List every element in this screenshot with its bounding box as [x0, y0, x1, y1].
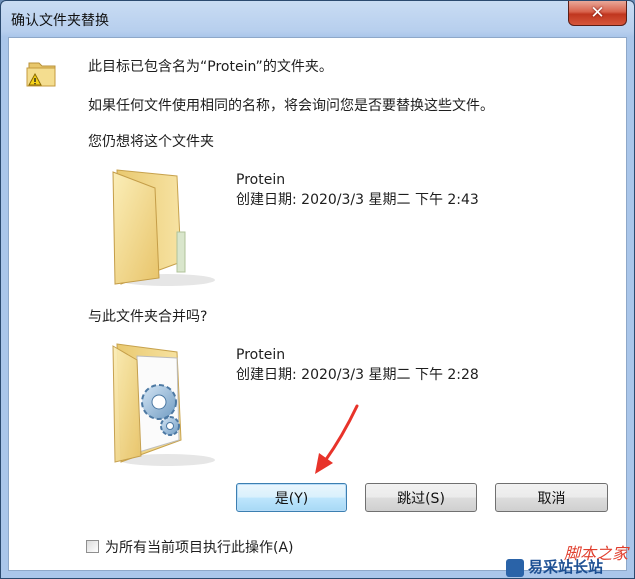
watermark: 脚本之家 易采站长站 — [504, 538, 634, 578]
warning-folder-icon — [26, 62, 56, 87]
existing-folder-name: Protein — [236, 172, 286, 188]
title-bar[interactable]: 确认文件夹替换 ✕ — [1, 1, 634, 37]
close-button[interactable]: ✕ — [568, 1, 627, 26]
new-folder-date: 创建日期: 2020/3/3 星期二 下午 2:28 — [236, 367, 479, 383]
annotation-arrow-icon — [315, 404, 359, 474]
confirm-folder-replace-dialog: 确认文件夹替换 ✕ 此目标已包含名为“Protein”的文件夹。 如果任何文件使… — [0, 0, 635, 579]
apply-to-all-label[interactable]: 为所有当前项目执行此操作(A) — [105, 537, 294, 557]
message-folder-exists: 此目标已包含名为“Protein”的文件夹。 — [88, 59, 333, 75]
watermark-text-bottom: 易采站长站 — [528, 558, 604, 576]
dialog-body: 此目标已包含名为“Protein”的文件夹。 如果任何文件使用相同的名称，将会询… — [8, 37, 627, 571]
close-icon: ✕ — [590, 3, 605, 23]
folder-with-settings-icon[interactable] — [107, 340, 217, 468]
folder-icon[interactable] — [107, 166, 217, 288]
prompt-merge-target: 与此文件夹合并吗? — [88, 309, 208, 325]
new-folder-name: Protein — [236, 347, 286, 363]
apply-to-all-checkbox[interactable] — [86, 540, 99, 553]
watermark-logo-icon — [506, 559, 524, 577]
prompt-merge-source: 您仍想将这个文件夹 — [88, 134, 214, 150]
existing-folder-date: 创建日期: 2020/3/3 星期二 下午 2:43 — [236, 192, 479, 208]
cancel-button[interactable]: 取消 — [495, 483, 608, 512]
skip-button[interactable]: 跳过(S) — [365, 483, 477, 512]
window-title: 确认文件夹替换 — [11, 13, 109, 29]
yes-button[interactable]: 是(Y) — [236, 483, 347, 512]
message-file-conflicts: 如果任何文件使用相同的名称，将会询问您是否要替换这些文件。 — [88, 98, 494, 114]
